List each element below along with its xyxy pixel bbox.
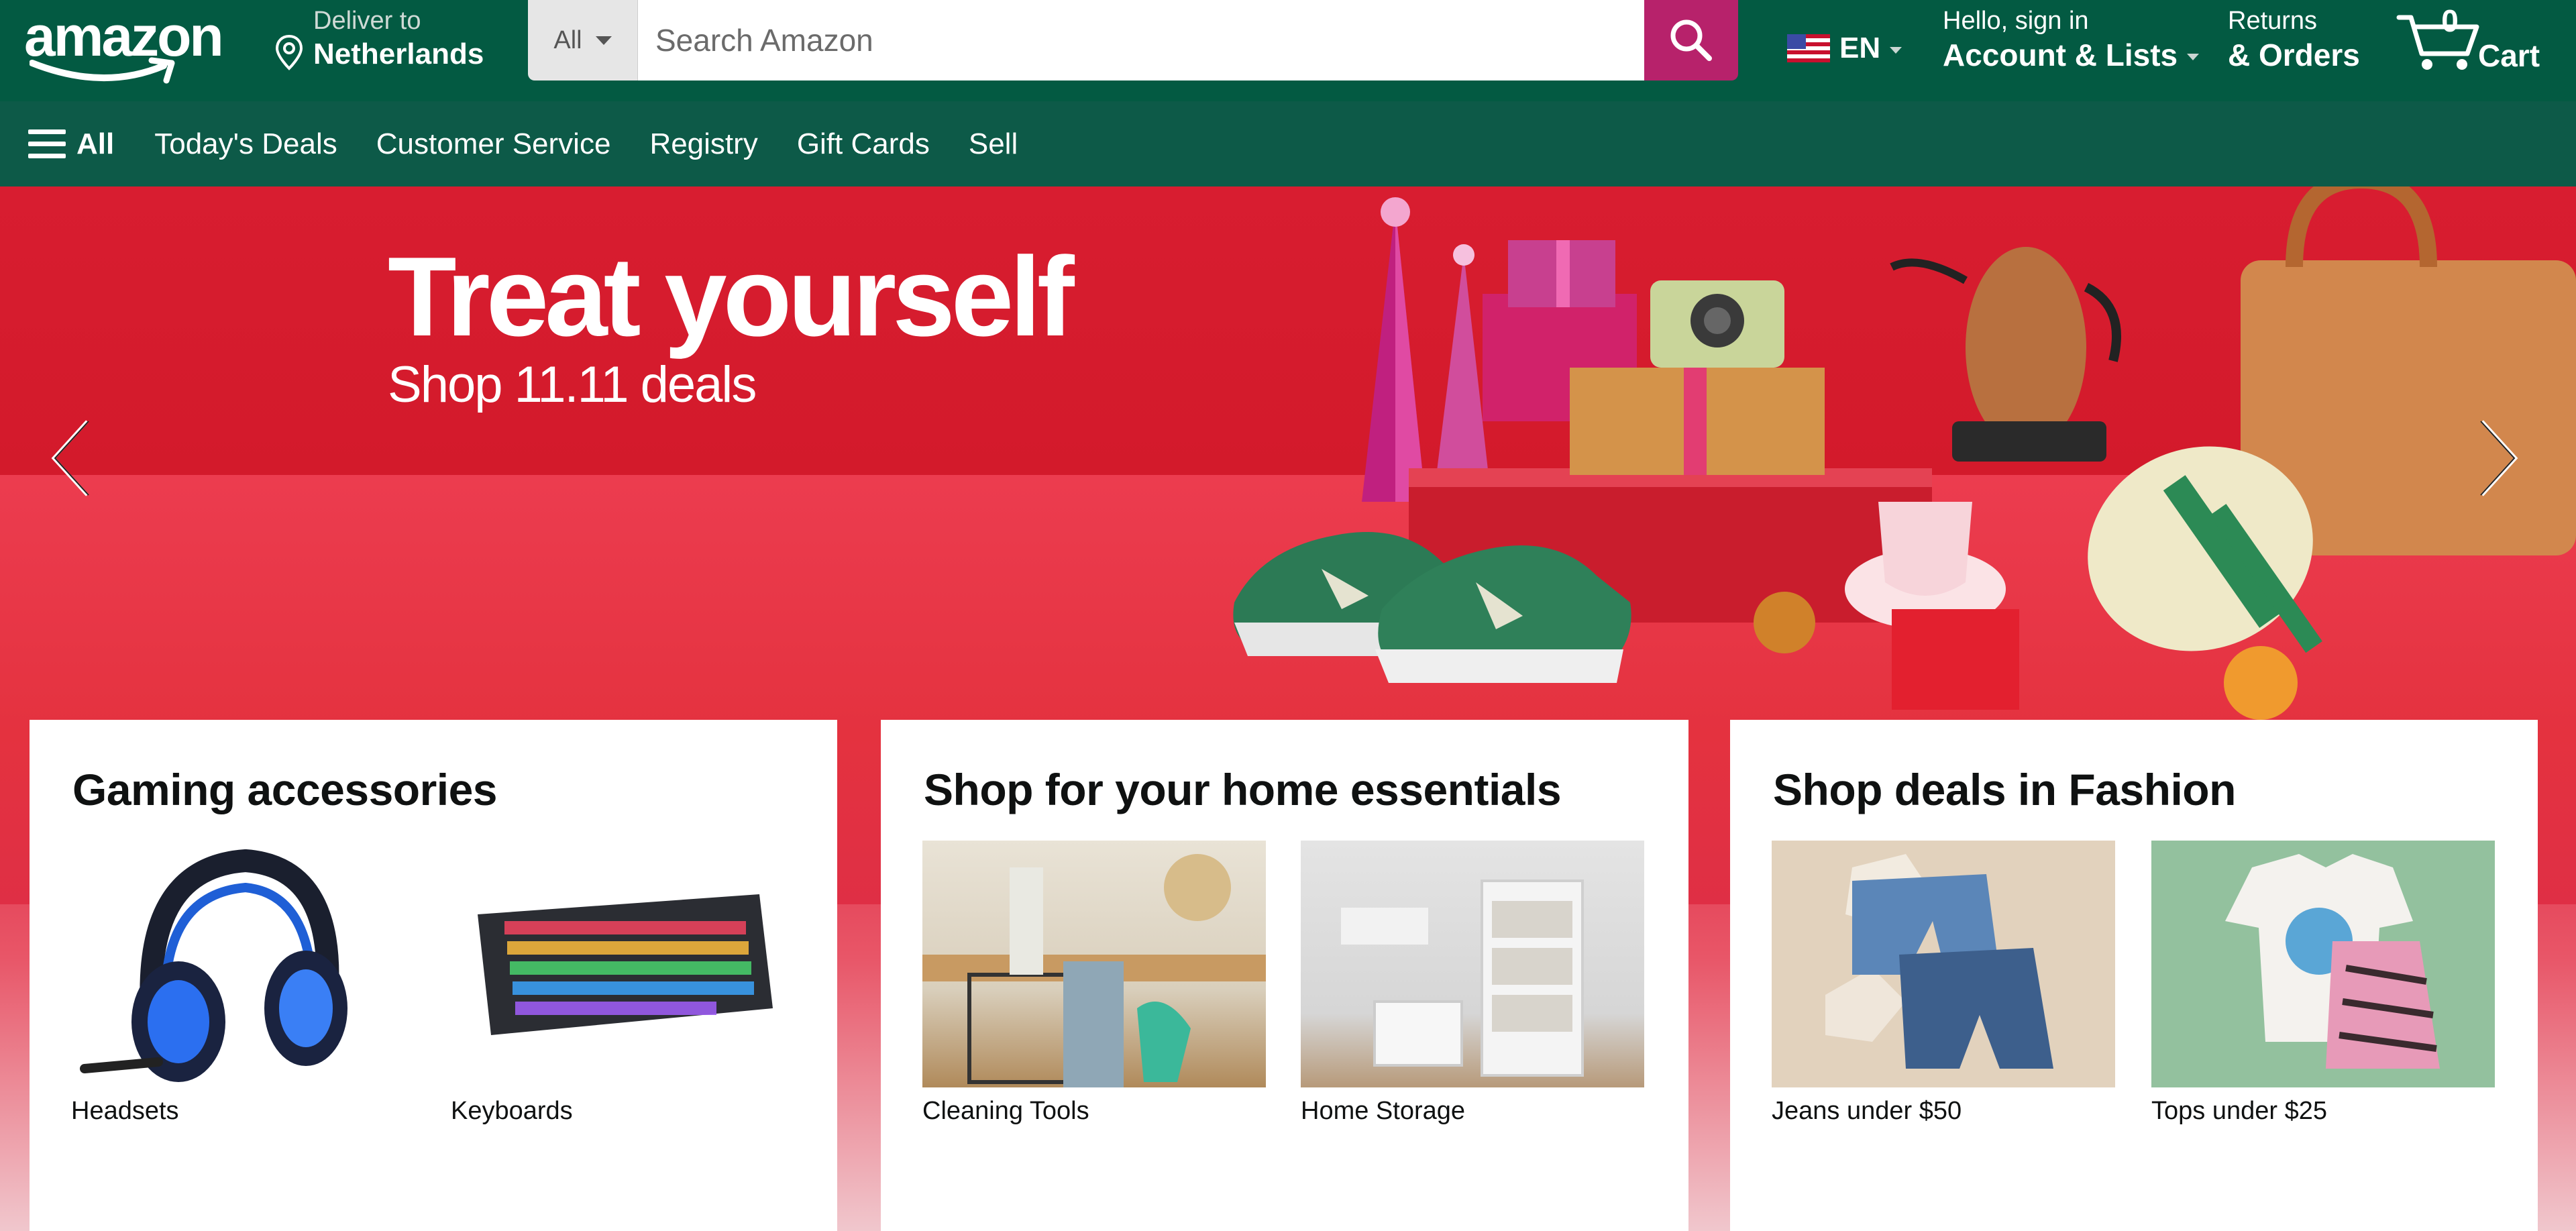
logo-smile-icon <box>30 57 175 84</box>
card-gaming-accessories: Gaming accessories Headsets Keyboards <box>30 720 837 1231</box>
tile-headsets[interactable]: Headsets <box>71 841 415 1126</box>
nav-link-customer-service[interactable]: Customer Service <box>376 127 611 161</box>
orders-label: & Orders <box>2228 38 2360 72</box>
all-menu-button[interactable]: All <box>28 127 114 161</box>
jeans-image <box>1772 841 2115 1087</box>
tile-caption: Jeans under $50 <box>1772 1097 1962 1125</box>
returns-label: Returns <box>2228 7 2318 35</box>
language-label: EN <box>1839 32 1881 64</box>
search-bar: All <box>528 0 1738 81</box>
cart-label: Cart <box>2478 38 2540 73</box>
card-title: Shop for your home essentials <box>924 765 1562 814</box>
headset-image <box>71 841 415 1087</box>
card-fashion-deals: Shop deals in Fashion Jeans under $50 To… <box>1730 720 2538 1231</box>
tile-home-storage[interactable]: Home Storage <box>1301 841 1644 1126</box>
chevron-down-icon <box>2187 54 2200 60</box>
deliver-country: Netherlands <box>313 38 484 70</box>
all-menu-label: All <box>76 127 115 160</box>
hero-product-image <box>1233 186 2576 720</box>
deliver-to-location[interactable]: Deliver to Netherlands <box>272 4 500 78</box>
search-category-label: All <box>553 25 582 54</box>
search-input[interactable] <box>638 0 1644 81</box>
tile-caption: Home Storage <box>1301 1097 1466 1125</box>
search-category-dropdown[interactable]: All <box>528 0 638 81</box>
home-storage-image <box>1301 841 1644 1087</box>
search-icon <box>1670 19 1712 61</box>
tile-caption: Headsets <box>71 1097 179 1125</box>
us-flag-icon <box>1787 34 1830 62</box>
nav-link-registry[interactable]: Registry <box>649 127 757 161</box>
returns-and-orders[interactable]: Returns & Orders <box>2228 4 2360 78</box>
nav-link-todays-deals[interactable]: Today's Deals <box>154 127 337 161</box>
deliver-label: Deliver to <box>313 7 421 35</box>
location-pin-icon <box>275 34 303 70</box>
tile-caption: Cleaning Tools <box>922 1097 1089 1125</box>
tile-jeans[interactable]: Jeans under $50 <box>1772 841 2115 1126</box>
tile-caption: Keyboards <box>451 1097 573 1125</box>
card-title: Shop deals in Fashion <box>1773 765 2236 814</box>
account-greeting: Hello, sign in <box>1943 7 2089 35</box>
hero-subtitle: Shop 11.11 deals <box>388 356 757 413</box>
tile-cleaning-tools[interactable]: Cleaning Tools <box>922 841 1266 1126</box>
tops-image <box>2151 841 2495 1087</box>
tile-keyboards[interactable]: Keyboards <box>451 841 794 1126</box>
carousel-prev-arrow-icon[interactable] <box>47 415 94 502</box>
keyboard-image <box>451 841 794 1087</box>
tile-tops[interactable]: Tops under $25 <box>2151 841 2495 1126</box>
chevron-down-icon <box>1890 47 1902 54</box>
nav-link-gift-cards[interactable]: Gift Cards <box>797 127 930 161</box>
account-and-lists[interactable]: Hello, sign in Account & Lists <box>1943 4 2200 78</box>
language-selector[interactable]: EN <box>1787 28 1902 68</box>
card-title: Gaming accessories <box>72 765 498 814</box>
hero-title: Treat yourself <box>388 233 1075 360</box>
secondary-navigation-bar: All Today's Deals Customer Service Regis… <box>0 101 2576 186</box>
cart-count: 0 <box>2441 3 2459 38</box>
cleaning-tools-image <box>922 841 1266 1087</box>
top-navigation-bar: amazon Deliver to Netherlands All Search… <box>0 0 2576 101</box>
card-home-essentials: Shop for your home essentials Cleaning T… <box>881 720 1688 1231</box>
nav-link-sell[interactable]: Sell <box>969 127 1018 161</box>
cart-button[interactable]: 0 Cart <box>2395 3 2563 78</box>
hamburger-menu-icon <box>28 129 66 159</box>
carousel-next-arrow-icon[interactable] <box>2475 415 2522 502</box>
chevron-down-icon <box>595 36 612 45</box>
account-label: Account & Lists <box>1943 38 2178 72</box>
search-button[interactable] <box>1644 0 1738 81</box>
tile-caption: Tops under $25 <box>2151 1097 2327 1125</box>
amazon-logo[interactable]: amazon <box>24 4 239 84</box>
